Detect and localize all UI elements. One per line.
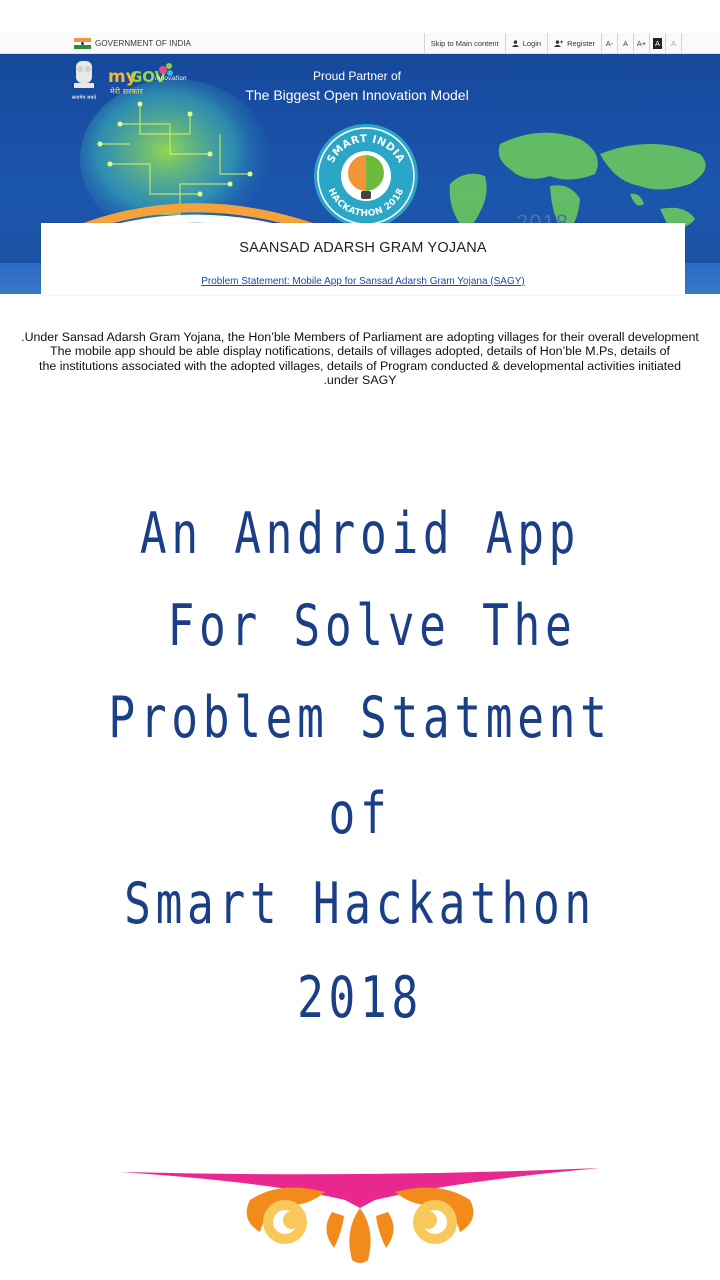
description-line: The mobile app should be able display no… [50, 344, 670, 359]
text-size-label: A [622, 38, 628, 48]
partner-line-1-text: Proud Partner of [312, 69, 402, 83]
login-label: Login [522, 38, 542, 48]
text-size-label: A [652, 37, 662, 49]
normal-contrast-button[interactable]: A [665, 33, 682, 53]
utility-links: Skip to Main content Login Register A- A… [423, 33, 682, 53]
description-line: the institutions associated with the ado… [39, 358, 681, 373]
problem-description: .Under Sansad Adarsh Gram Yojana, the Ho… [0, 330, 720, 388]
india-flag-icon [74, 38, 91, 49]
user-icon [511, 39, 519, 47]
text-size-label: A- [605, 38, 614, 48]
text-size-normal-button[interactable]: A [617, 33, 633, 53]
register-label: Register [567, 38, 595, 48]
smart-india-hackathon-badge: SMART INDIA HACKATHON 2018 [314, 124, 418, 228]
register-link[interactable]: Register [547, 33, 601, 53]
headline-line-4: of [328, 781, 392, 847]
text-size-decrease-button[interactable]: A- [601, 33, 617, 53]
text-size-label: A [670, 38, 676, 48]
headline-line-5: Smart Hackathon [124, 871, 596, 937]
partner-line-2: The Biggest Open Innovation Model [0, 87, 720, 103]
add-user-icon [554, 39, 564, 47]
text-size-label: A+ [636, 38, 647, 48]
skip-link-label: Skip to Main content [430, 38, 499, 48]
scheme-title: SAANSAD ADARSH GRAM YOJANA [239, 240, 487, 256]
problem-statement-link[interactable]: Problem Statement: Mobile App for Sansad… [41, 276, 685, 287]
headline-line-2: For Solve The [167, 593, 577, 659]
gov-top-bar: GOVERNMENT OF INDIA Skip to Main content… [0, 33, 720, 54]
headline-line-3: Problem Statment [108, 685, 612, 751]
skip-to-main-link[interactable]: Skip to Main content [423, 33, 505, 53]
login-link[interactable]: Login [504, 33, 547, 53]
decorative-ornament [120, 1168, 600, 1263]
headline-line-1: An Android App [139, 501, 581, 567]
description-line: .under SAGY [323, 373, 397, 388]
description-line: .Under Sansad Adarsh Gram Yojana, the Ho… [21, 330, 699, 344]
headline-line-6: 2018 [297, 965, 423, 1031]
text-size-increase-button[interactable]: A+ [633, 33, 649, 53]
government-label: GOVERNMENT OF INDIA [95, 39, 191, 48]
partner-line-2-text: The Biggest Open Innovation Model [245, 87, 469, 103]
scheme-card: SAANSAD ADARSH GRAM YOJANA Problem State… [41, 223, 685, 295]
high-contrast-button[interactable]: A [649, 33, 665, 53]
partner-line-1: Proud Partner of [0, 69, 720, 83]
